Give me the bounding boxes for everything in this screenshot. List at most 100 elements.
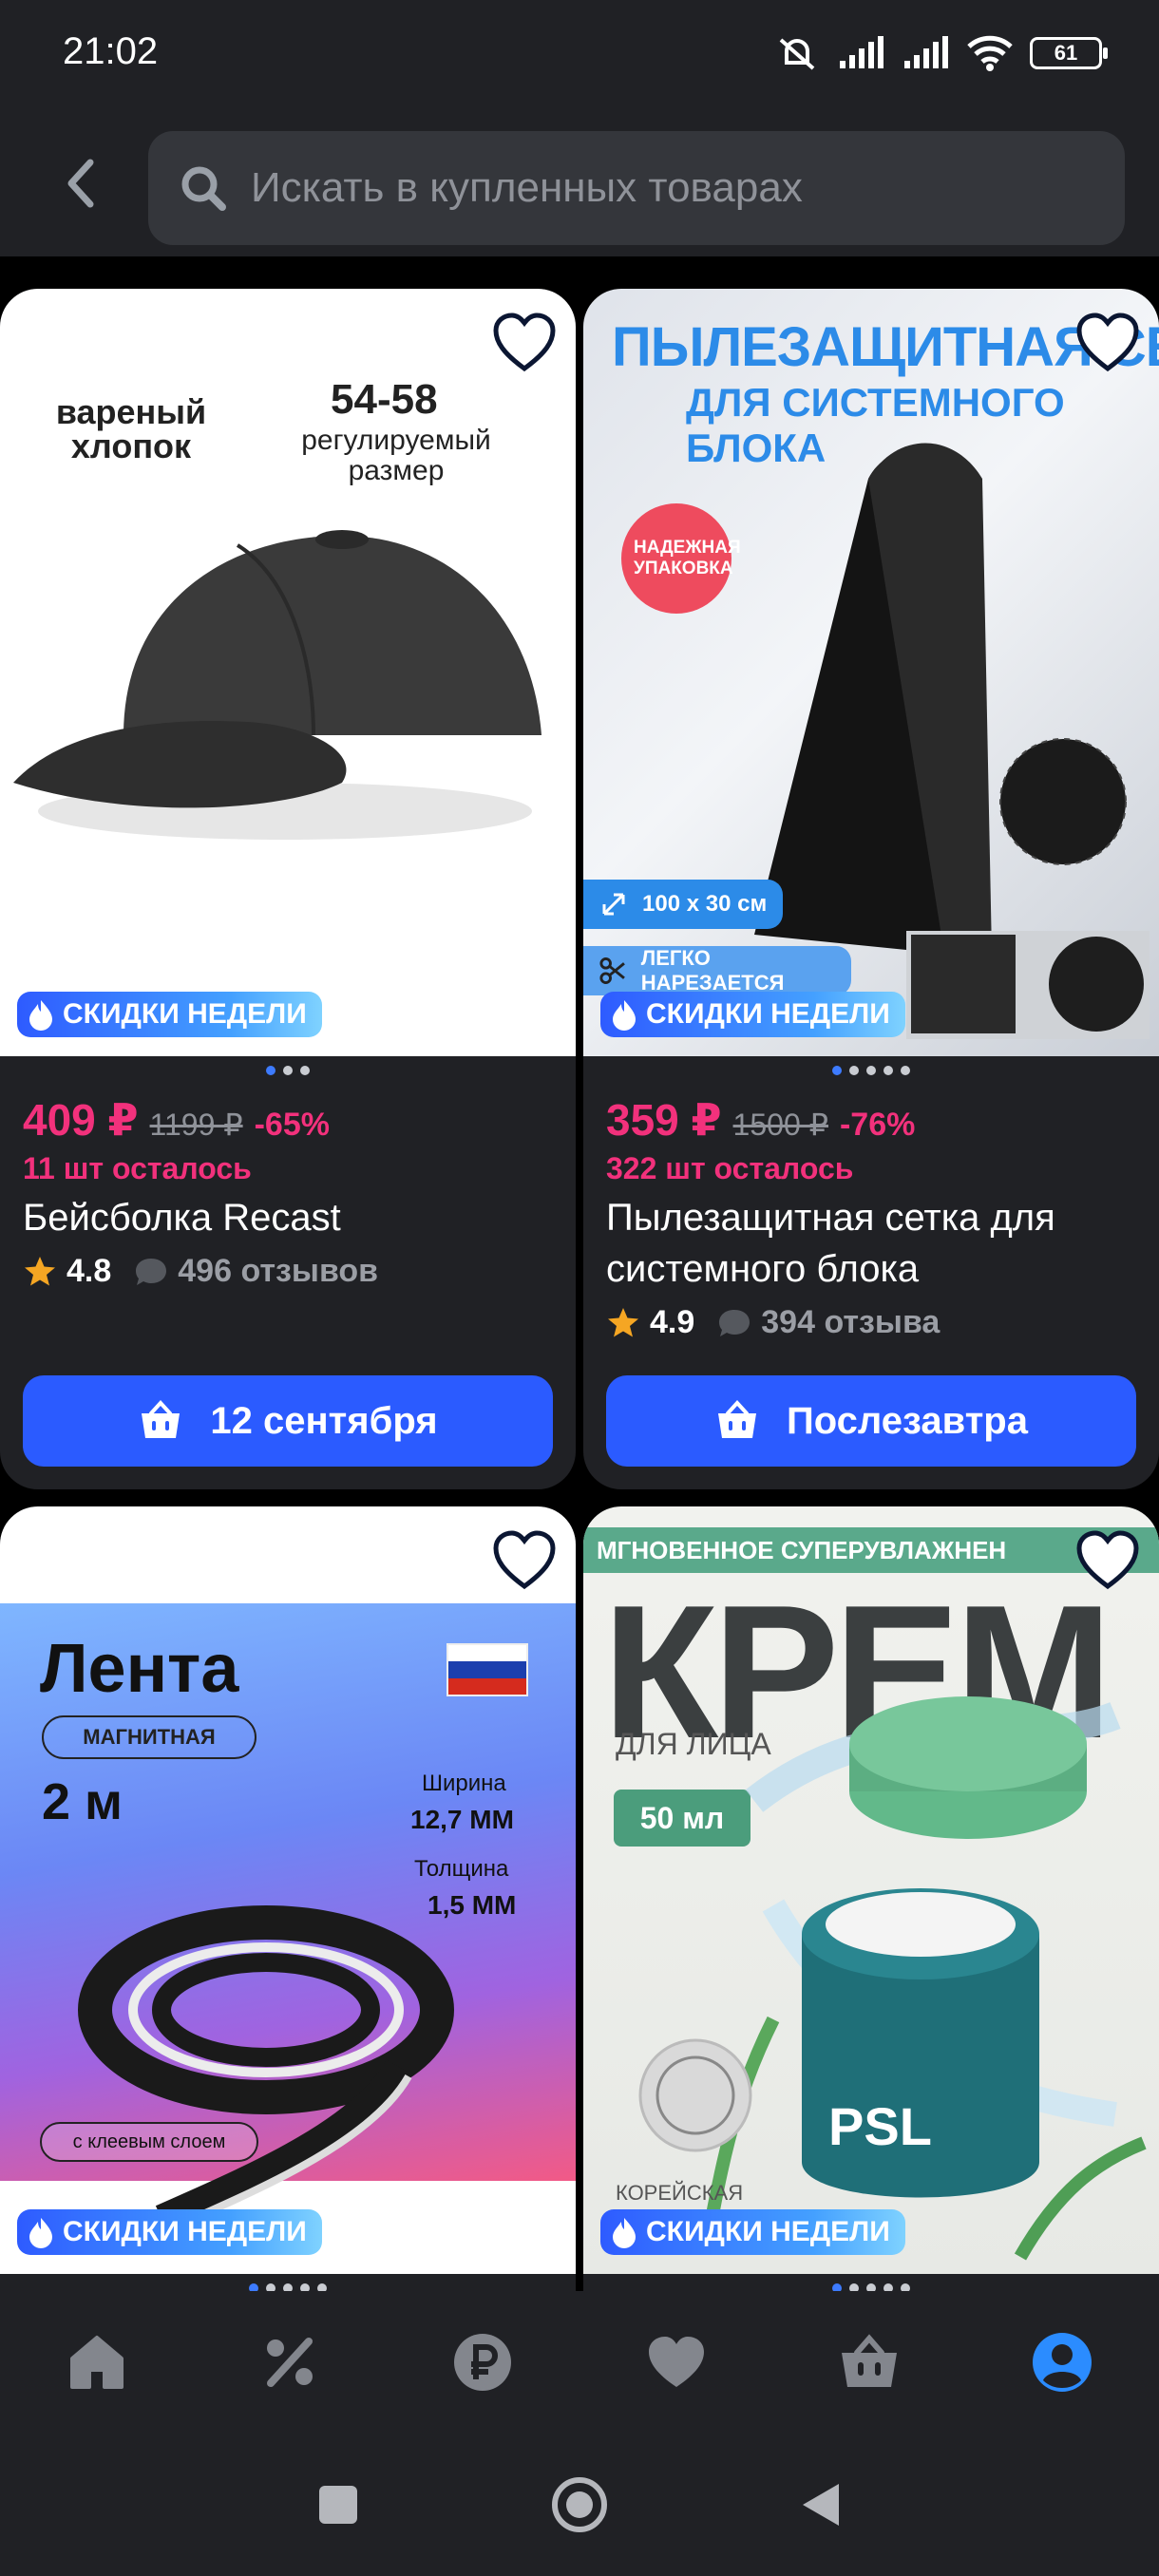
pager-dot [832, 1066, 842, 1075]
pager-dot [901, 1066, 910, 1075]
add-to-cart-button[interactable]: Послезавтра [606, 1375, 1136, 1467]
add-to-cart-button[interactable]: 12 сентября [23, 1375, 553, 1467]
search-box[interactable] [148, 131, 1125, 245]
nav-profile[interactable] [1024, 2324, 1100, 2400]
reviews-count[interactable]: 394 отзыва [761, 1304, 940, 1341]
cap-illustration [13, 530, 542, 840]
rating-row: 4.8 496 отзывов [23, 1253, 553, 1290]
back-button[interactable] [48, 150, 114, 217]
image-pager [0, 1056, 576, 1085]
product-title[interactable]: Пылезащитная сетка для системного блока [606, 1192, 1136, 1295]
image-text: PSL [828, 2096, 932, 2156]
product-image[interactable]: Лента МАГНИТНАЯ 2 м Ширина 12,7 ММ Толщи… [0, 1506, 576, 2274]
image-text: вареный хлопок [55, 392, 207, 465]
nav-favorites[interactable] [638, 2324, 714, 2400]
glue-tag-text: с клеевым слоем [72, 2131, 226, 2152]
promo-badge: СКИДКИ НЕДЕЛИ [17, 992, 322, 1037]
promo-badge: СКИДКИ НЕДЕЛИ [17, 2209, 322, 2255]
pager-dot [849, 1066, 859, 1075]
back-triangle-icon[interactable] [799, 2480, 843, 2529]
product-card[interactable]: ПЫЛЕЗАЩИТНАЯ СЕТКА ДЛЯ СИСТЕМНОГО БЛОКА … [583, 289, 1159, 1489]
image-text: Лента [40, 1631, 239, 1707]
status-bar: 21:02 61 [0, 0, 1159, 112]
cream-jar-illustration [638, 1696, 1147, 2261]
delivery-date: Послезавтра [787, 1399, 1028, 1442]
pager-dot [266, 1066, 276, 1075]
ruble-icon [454, 2334, 512, 2391]
scissors-icon [599, 957, 625, 984]
image-pager [583, 1056, 1159, 1085]
glue-tag: с клеевым слоем [40, 2122, 258, 2162]
image-text: КОРЕЙСКАЯ [616, 2181, 744, 2205]
recents-icon[interactable] [316, 2483, 360, 2527]
signal-icon-2 [904, 36, 948, 68]
fire-icon [613, 1000, 636, 1031]
comment-icon [136, 1258, 167, 1285]
nav-discounts[interactable] [252, 2324, 328, 2400]
heart-icon [648, 2337, 704, 2387]
basket-icon [142, 1400, 180, 1438]
promo-label: СКИДКИ НЕДЕЛИ [63, 2216, 307, 2247]
star-icon [608, 1307, 638, 1336]
product-title[interactable]: Бейсболка Recast [23, 1192, 553, 1243]
bottom-nav [0, 2291, 1159, 2434]
signal-icon [840, 36, 884, 68]
rating-value: 4.9 [650, 1304, 695, 1340]
product-card[interactable]: МГНОВЕННОЕ СУПЕРУВЛАЖНЕН КРЕМ ДЛЯ ЛИЦА 5… [583, 1506, 1159, 2304]
rating-row: 4.9 394 отзыва [606, 1304, 1136, 1341]
image-text: 2 м [42, 1773, 123, 1830]
favorite-heart-icon[interactable] [490, 310, 559, 378]
image-text: 54-58 [331, 376, 438, 423]
favorite-heart-icon[interactable] [1074, 1527, 1142, 1596]
battery-icon: 61 [1030, 37, 1108, 69]
pager-dot [300, 1066, 310, 1075]
dimensions-tag: 100 х 30 см [583, 880, 783, 929]
product-card[interactable]: Лента МАГНИТНАЯ 2 м Ширина 12,7 ММ Толщи… [0, 1506, 576, 2304]
discount: -65% [254, 1107, 330, 1143]
old-price: 1199 ₽ [149, 1108, 243, 1142]
product-image[interactable]: ПЫЛЕЗАЩИТНАЯ СЕТКА ДЛЯ СИСТЕМНОГО БЛОКА … [583, 289, 1159, 1056]
chevron-left-icon [67, 159, 94, 208]
search-input[interactable] [251, 164, 1068, 212]
magnet-tag-text: МАГНИТНАЯ [83, 1725, 216, 1749]
basket-icon [841, 2334, 897, 2387]
pager-dot [884, 1066, 893, 1075]
fire-icon [29, 2218, 52, 2248]
promo-label: СКИДКИ НЕДЕЛИ [646, 2216, 890, 2247]
fire-icon [29, 1000, 52, 1031]
resize-icon [602, 893, 625, 916]
favorite-heart-icon[interactable] [490, 1527, 559, 1596]
image-text: Ширина [422, 1771, 506, 1796]
nav-finance[interactable] [445, 2324, 521, 2400]
pager-dot [283, 1066, 293, 1075]
basket-icon [718, 1400, 757, 1438]
mute-icon [779, 38, 815, 70]
product-image[interactable]: МГНОВЕННОЕ СУПЕРУВЛАЖНЕН КРЕМ ДЛЯ ЛИЦА 5… [583, 1506, 1159, 2274]
discount: -76% [839, 1107, 916, 1143]
system-nav [0, 2434, 1159, 2576]
home-button-icon[interactable] [550, 2475, 609, 2534]
status-icons: 61 [773, 34, 1108, 72]
image-text: 12,7 ММ [410, 1805, 514, 1834]
percent-icon [267, 2338, 314, 2387]
product-card[interactable]: вареный хлопок 54-58 регулируемый размер… [0, 289, 576, 1489]
mesh-roll-illustration [754, 443, 1150, 1039]
fire-icon [613, 2218, 636, 2248]
product-image[interactable]: вареный хлопок 54-58 регулируемый размер… [0, 289, 576, 1056]
promo-badge: СКИДКИ НЕДЕЛИ [600, 992, 905, 1037]
nav-home[interactable] [59, 2324, 135, 2400]
promo-label: СКИДКИ НЕДЕЛИ [646, 998, 890, 1030]
stock-left: 11 шт осталось [23, 1151, 252, 1185]
home-icon [70, 2336, 124, 2389]
cut-text: ЛЕГКО НАРЕЗАЕТСЯ [640, 946, 785, 994]
promo-label: СКИДКИ НЕДЕЛИ [63, 998, 307, 1030]
comment-icon [719, 1309, 750, 1336]
nav-cart[interactable] [831, 2324, 907, 2400]
cut-tag: ЛЕГКО НАРЕЗАЕТСЯ [583, 946, 851, 995]
favorite-heart-icon[interactable] [1074, 310, 1142, 378]
search-header [0, 112, 1159, 256]
promo-badge: СКИДКИ НЕДЕЛИ [600, 2209, 905, 2255]
magnet-tag: МАГНИТНАЯ [42, 1715, 256, 1759]
old-price: 1500 ₽ [732, 1108, 828, 1142]
reviews-count[interactable]: 496 отзывов [178, 1253, 378, 1290]
